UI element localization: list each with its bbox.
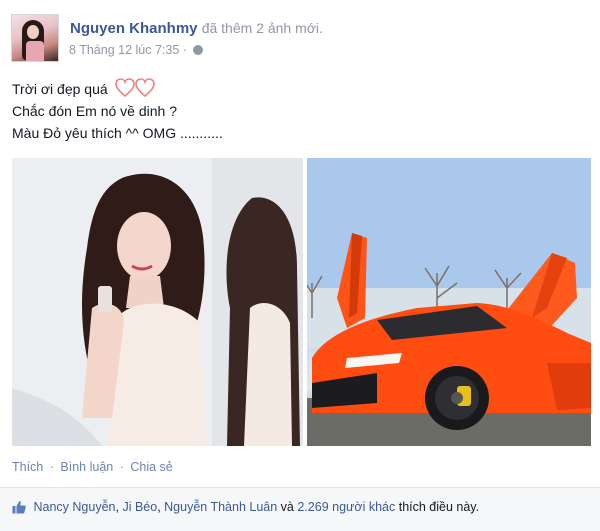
post-message: Trời ơi đẹp quá Chắc đón Em nó về dinh ?… — [12, 78, 223, 144]
post-header: Nguyen Khanhmy đã thêm 2 ảnh mới. — [70, 20, 323, 37]
thumbs-up-icon — [12, 501, 26, 514]
post-timestamp[interactable]: 8 Tháng 12 lúc 7:35 — [69, 43, 179, 57]
avatar[interactable] — [11, 14, 59, 62]
post-card: Nguyen Khanhmy đã thêm 2 ảnh mới. 8 Thán… — [0, 0, 600, 531]
comment-link[interactable]: Bình luận — [60, 460, 113, 474]
likes-summary: Nancy Nguyễn, Ji Béo, Nguyễn Thành Luân … — [0, 487, 600, 531]
post-text-line-2: Chắc đón Em nó về dinh ? — [12, 103, 177, 119]
author-name-link[interactable]: Nguyen Khanhmy — [70, 20, 198, 37]
post-text-line-1: Trời ơi đẹp quá — [12, 78, 223, 100]
post-text-line-3: Màu Đỏ yêu thích ^^ OMG ........... — [12, 125, 223, 141]
photo-car-illustration — [307, 158, 591, 446]
heart-emoji-icon — [114, 78, 155, 98]
photo-woman-illustration — [12, 158, 303, 446]
likes-others-link[interactable]: 2.269 người khác — [297, 500, 395, 514]
liker-name-3[interactable]: Nguyễn Thành Luân — [164, 500, 277, 514]
post-actions: Thích · Bình luận · Chia sẻ — [12, 460, 173, 474]
globe-icon[interactable] — [193, 45, 204, 55]
like-link[interactable]: Thích — [12, 460, 43, 474]
liker-name-2[interactable]: Ji Béo — [122, 500, 157, 514]
photo-woman[interactable] — [12, 158, 303, 446]
share-link[interactable]: Chia sẻ — [130, 460, 172, 474]
photo-car[interactable] — [307, 158, 591, 446]
liker-name-1[interactable]: Nancy Nguyễn — [33, 500, 115, 514]
post-meta: 8 Tháng 12 lúc 7:35 · — [69, 43, 204, 57]
post-action-text: đã thêm 2 ảnh mới. — [201, 20, 323, 36]
